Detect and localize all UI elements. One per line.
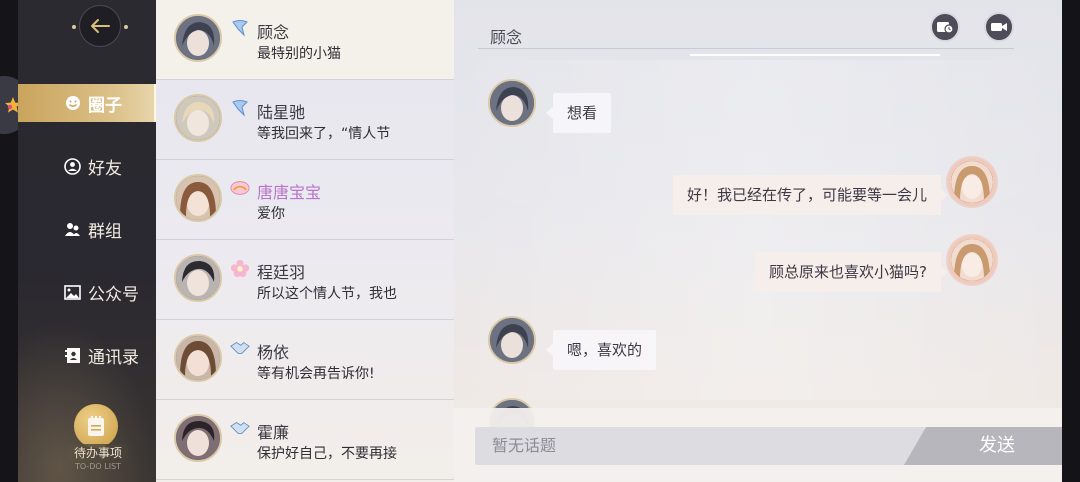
- title-divider: [478, 48, 1014, 49]
- image-icon: [64, 284, 81, 301]
- nav-label: 公众号: [88, 284, 139, 305]
- todo-button[interactable]: 待办事项 TO-DO LIST: [68, 404, 128, 471]
- friend-icon: [64, 157, 81, 175]
- sidebar: 圈子 好友 群组 公众号 通讯录 待办事项 TO-DO LIST: [18, 0, 156, 482]
- smile-icon: [64, 95, 81, 112]
- chat-panel: 顾念 想看 好！我已经在传了，可能要等一会儿 顾总原来也喜欢小猫吗? 嗯，喜欢的…: [454, 0, 1062, 482]
- arrow-left-icon: [91, 19, 110, 33]
- conversation-item[interactable]: 霍廉 保护好自己，不要再接: [156, 400, 454, 480]
- todo-circle: [74, 404, 118, 448]
- todo-label: 待办事项: [68, 444, 128, 462]
- contacts-icon: [64, 347, 81, 364]
- left-edge-strip: [0, 0, 20, 482]
- message-avatar[interactable]: [488, 79, 536, 127]
- pink-ribbon-icon: [230, 179, 250, 197]
- conversation-item[interactable]: 陆星驰 等我回来了，“情人节: [156, 80, 454, 160]
- nav-item-contacts[interactable]: 通讯录: [18, 336, 156, 374]
- conversation-item[interactable]: 程廷羽 所以这个情人节，我也: [156, 240, 454, 320]
- conversation-item[interactable]: 顾念 最特别的小猫: [156, 0, 454, 80]
- blue-crystal-icon: [230, 19, 250, 37]
- contact-name: 霍廉: [257, 423, 290, 442]
- contact-name: 唐唐宝宝: [257, 183, 322, 202]
- avatar: [174, 14, 222, 62]
- message-preview: 所以这个情人节，我也: [257, 286, 397, 302]
- nav-item-circle[interactable]: 圈子: [18, 84, 156, 122]
- send-button[interactable]: 发送: [904, 427, 1062, 465]
- message-input[interactable]: 暂无话题: [475, 427, 925, 465]
- notepad-icon: [88, 416, 104, 436]
- blue-crystal-icon: [230, 99, 250, 117]
- handshake-icon: [230, 419, 250, 437]
- avatar: [174, 94, 222, 142]
- nav-label: 好友: [88, 158, 122, 179]
- group-icon: [64, 221, 81, 238]
- conversation-item[interactable]: 唐唐宝宝 爱你: [156, 160, 454, 240]
- message-bubble: 嗯，喜欢的: [545, 330, 657, 370]
- contact-name: 杨依: [257, 343, 290, 362]
- message-bubble: 想看: [545, 93, 612, 133]
- nav-label: 群组: [88, 221, 122, 242]
- back-decor-dot-right: [124, 25, 128, 29]
- nav-item-groups[interactable]: 群组: [18, 210, 156, 248]
- contact-name: 顾念: [257, 23, 290, 42]
- todo-sublabel: TO-DO LIST: [74, 462, 122, 471]
- back-decor-dot-left: [72, 25, 76, 29]
- video-button[interactable]: [984, 12, 1014, 42]
- message-bubble: 顾总原来也喜欢小猫吗?: [755, 252, 948, 292]
- right-edge-strip: [1062, 0, 1080, 482]
- message-preview: 最特别的小猫: [257, 46, 341, 62]
- camera-clock-icon: [937, 22, 954, 34]
- message-avatar[interactable]: [488, 316, 536, 364]
- nav-item-official-accounts[interactable]: 公众号: [18, 273, 156, 311]
- nav-item-friends[interactable]: 好友: [18, 147, 156, 185]
- message-avatar[interactable]: [948, 158, 996, 206]
- chat-title: 顾念: [490, 28, 523, 47]
- input-bar: 暂无话题 发送: [454, 408, 1062, 482]
- message-preview: 保护好自己，不要再接: [257, 446, 397, 462]
- app-root: 圈子 好友 群组 公众号 通讯录 待办事项 TO-DO LIST 顾念 最特别的…: [0, 0, 1080, 482]
- photo-record-button[interactable]: [930, 12, 960, 42]
- conversation-item[interactable]: 杨依 等有机会再告诉你!: [156, 320, 454, 400]
- title-divider-highlight: [690, 54, 940, 56]
- message-avatar[interactable]: [948, 236, 996, 284]
- back-button[interactable]: [79, 5, 121, 47]
- avatar: [174, 254, 222, 302]
- message-preview: 等我回来了，“情人节: [257, 126, 391, 142]
- avatar: [174, 414, 222, 462]
- video-icon: [991, 23, 1007, 31]
- conversation-list: 顾念 最特别的小猫 陆星驰 等我回来了，“情人节 唐唐宝宝 爱你 程廷羽 所以这…: [156, 0, 454, 482]
- message-preview: 爱你: [257, 206, 285, 222]
- contact-name: 陆星驰: [257, 103, 306, 122]
- send-label: 发送: [979, 435, 1015, 456]
- message-bubble: 好！我已经在传了，可能要等一会儿: [672, 175, 949, 215]
- avatar: [174, 334, 222, 382]
- nav-label: 通讯录: [88, 347, 139, 368]
- nav-label: 圈子: [88, 95, 122, 116]
- message-preview: 等有机会再告诉你!: [257, 366, 375, 382]
- avatar: [174, 174, 222, 222]
- contact-name: 程廷羽: [257, 263, 306, 282]
- pink-flower-icon: [230, 259, 250, 278]
- handshake-icon: [230, 339, 250, 357]
